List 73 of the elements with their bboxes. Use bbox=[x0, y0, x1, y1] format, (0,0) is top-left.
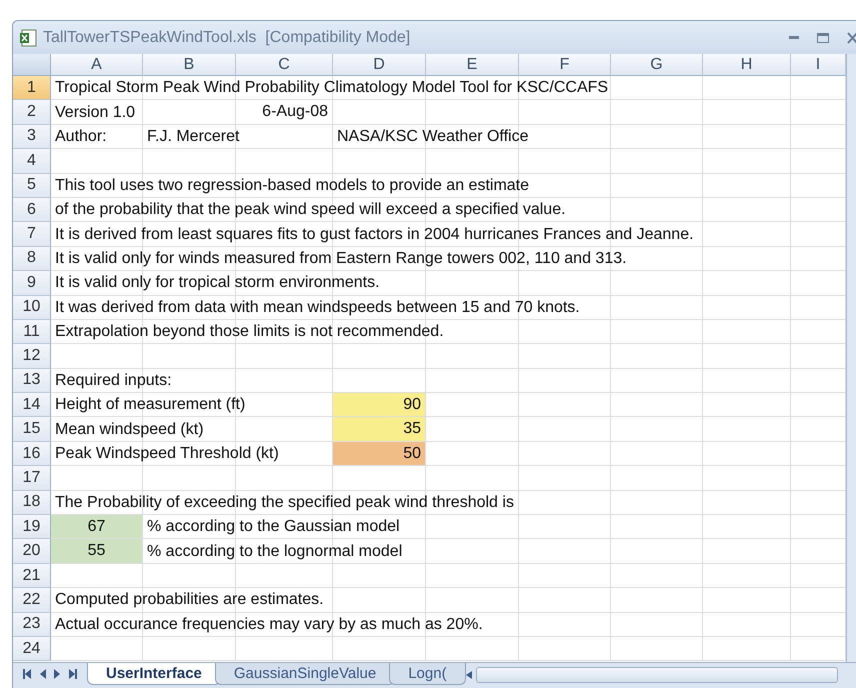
row-header[interactable]: 24 bbox=[13, 636, 51, 662]
cell-text: % according to the lognormal model bbox=[146, 542, 404, 562]
cell-text: Extrapolation beyond those limits is not recommended. bbox=[54, 322, 445, 342]
cell-text: NASA/KSC Weather Office bbox=[336, 126, 530, 147]
row-header[interactable]: 6 bbox=[13, 198, 51, 222]
row-header[interactable]: 22 bbox=[13, 588, 51, 613]
cell-text: Version 1.0 bbox=[54, 102, 136, 123]
first-sheet-icon[interactable] bbox=[23, 669, 32, 679]
row-header[interactable]: 19 bbox=[13, 515, 51, 540]
cell-text: It is valid only for tropical storm environments. bbox=[54, 273, 381, 294]
row-header[interactable]: 2 bbox=[13, 100, 51, 125]
row-header[interactable]: 1 bbox=[13, 76, 51, 100]
previous-sheet-icon[interactable] bbox=[38, 669, 47, 679]
row-header[interactable]: 13 bbox=[13, 368, 51, 394]
cell-text: It is valid only for winds measured from Eastern Range towers 002, 110 and 313. bbox=[54, 248, 628, 269]
sheet-tab[interactable]: Logn( bbox=[389, 663, 466, 685]
cell-text: of the probability that the peak wind speed will exceed a specified value. bbox=[54, 200, 567, 220]
column-header[interactable]: B bbox=[143, 54, 236, 76]
row-header[interactable]: 18 bbox=[13, 490, 51, 516]
cell-text: The Probability of exceeding the specified peak wind threshold is bbox=[54, 492, 515, 513]
row-header[interactable]: 20 bbox=[13, 539, 51, 564]
input-cell[interactable]: 50 bbox=[333, 442, 425, 466]
cell-text: This tool uses two regression-based models to provide an estimate bbox=[54, 176, 530, 196]
cell-text: Required inputs: bbox=[54, 370, 173, 391]
cell-text: Peak Windspeed Threshold (kt) bbox=[54, 444, 280, 464]
row-header[interactable]: 3 bbox=[13, 124, 51, 150]
row-header[interactable]: 14 bbox=[13, 393, 51, 418]
row-header[interactable]: 8 bbox=[13, 246, 51, 272]
column-header[interactable]: G bbox=[611, 54, 703, 76]
column-header[interactable]: F bbox=[519, 54, 611, 76]
cell-text: Actual occurance frequencies may vary by as much as 20%. bbox=[54, 614, 484, 635]
input-cell[interactable]: 55 bbox=[51, 539, 142, 563]
row-header[interactable]: 4 bbox=[13, 149, 51, 174]
row-header[interactable]: 10 bbox=[13, 296, 51, 320]
last-sheet-icon[interactable] bbox=[68, 669, 77, 679]
scrollbar-thumb[interactable] bbox=[476, 667, 838, 683]
row-header[interactable]: 16 bbox=[13, 442, 51, 466]
input-cell[interactable]: 35 bbox=[333, 417, 425, 441]
cell-text: Computed probabilities are estimates. bbox=[54, 590, 325, 610]
cell-text: It was derived from data with mean windspeeds between 15 and 70 knots. bbox=[54, 298, 581, 318]
column-header[interactable]: C bbox=[236, 54, 333, 76]
vertical-scrollbar[interactable] bbox=[846, 54, 856, 662]
select-all-button[interactable] bbox=[13, 54, 51, 76]
cell-text: % according to the Gaussian model bbox=[146, 517, 401, 538]
row-header[interactable]: 9 bbox=[13, 271, 51, 296]
spreadsheet-icon bbox=[19, 28, 37, 46]
row-header[interactable]: 17 bbox=[13, 466, 51, 491]
cell-text: Height of measurement (ft) bbox=[54, 395, 246, 416]
input-cell[interactable]: 90 bbox=[333, 393, 425, 416]
cell-text: Author: bbox=[54, 126, 108, 147]
column-header[interactable]: I bbox=[791, 54, 846, 76]
cell-text: Mean windspeed (kt) bbox=[54, 420, 205, 440]
next-sheet-icon[interactable] bbox=[53, 669, 62, 679]
cell-text: Tropical Storm Peak Wind Probability Climatology Model Tool for KSC/CCAFS bbox=[54, 78, 610, 98]
row-header[interactable]: 15 bbox=[13, 417, 51, 442]
window-title: TallTowerTSPeakWindTool.xls [Compatibility Mode] bbox=[43, 28, 412, 46]
row-header[interactable]: 5 bbox=[13, 174, 51, 198]
cell-text: It is derived from least squares fits to gust factors in 2004 hurricanes Frances and Jeanne. bbox=[54, 224, 695, 245]
row-header[interactable]: 21 bbox=[13, 564, 51, 588]
column-header[interactable]: D bbox=[333, 54, 426, 76]
row-header[interactable]: 7 bbox=[13, 222, 51, 247]
column-header[interactable]: H bbox=[703, 54, 791, 76]
cell-text: F.J. Merceret bbox=[146, 126, 240, 147]
row-header[interactable]: 23 bbox=[13, 612, 51, 637]
close-icon[interactable] bbox=[847, 32, 856, 44]
row-header[interactable]: 11 bbox=[13, 320, 51, 344]
row-header[interactable]: 12 bbox=[13, 344, 51, 369]
column-header[interactable]: E bbox=[426, 54, 519, 76]
maximize-icon[interactable] bbox=[817, 32, 829, 42]
value-cell-text: 6-Aug-08 bbox=[261, 102, 329, 122]
input-cell[interactable]: 67 bbox=[51, 515, 142, 538]
minimize-icon[interactable] bbox=[789, 36, 799, 40]
column-header[interactable]: A bbox=[51, 54, 143, 76]
